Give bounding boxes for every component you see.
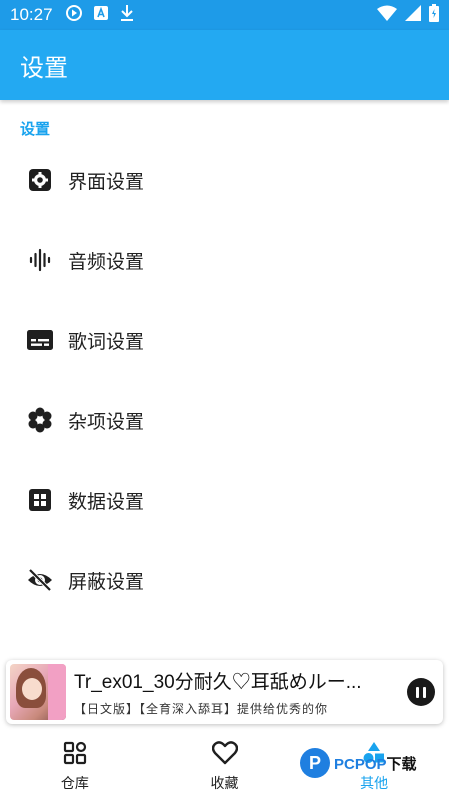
settings-item-audio[interactable]: 音频设置: [0, 220, 449, 300]
wifi-icon: [377, 5, 397, 25]
settings-item-label: 歌词设置: [68, 330, 145, 353]
signal-icon: [405, 5, 421, 25]
download-icon: [119, 4, 135, 26]
settings-item-label: 杂项设置: [68, 410, 145, 433]
status-time: 10:27: [10, 5, 53, 24]
watermark-logo: P: [300, 748, 330, 778]
grid-apps-icon: [63, 741, 87, 769]
nav-label: 仓库: [60, 776, 89, 792]
nav-item-library[interactable]: 仓库: [0, 734, 150, 800]
page-title: 设置: [20, 53, 68, 82]
grid-icon: [26, 486, 54, 514]
settings-item-interface[interactable]: 界面设置: [0, 140, 449, 220]
track-title: Tr_ex01_30分耐久♡耳舐めルー...: [74, 672, 362, 693]
nav-label: 收藏: [210, 776, 239, 792]
settings-item-label: 界面设置: [68, 170, 145, 193]
app-bar: 设置: [0, 30, 449, 100]
pause-button[interactable]: [407, 678, 435, 706]
album-cover[interactable]: [10, 664, 66, 720]
settings-item-label: 数据设置: [68, 490, 145, 513]
text-box-icon: [93, 5, 109, 25]
eye-off-icon: [26, 566, 54, 594]
status-icons-left: [65, 4, 135, 26]
flower-icon: [26, 406, 54, 434]
gear-icon: [26, 166, 54, 194]
settings-item-label: 音频设置: [68, 250, 145, 273]
heart-icon: [211, 741, 238, 769]
status-bar: 10:27: [0, 0, 449, 30]
track-info[interactable]: Tr_ex01_30分耐久♡耳舐めルー... 【日文版】【全育深入舔耳】提供给优…: [74, 667, 399, 717]
settings-item-data[interactable]: 数据设置: [0, 460, 449, 540]
settings-list: 界面设置 音频设置 歌词设置 杂项设置 数据设置 屏蔽设置: [0, 140, 449, 620]
pause-icon: [416, 686, 419, 698]
battery-icon: [429, 4, 439, 26]
nav-item-favorites[interactable]: 收藏: [150, 734, 300, 800]
settings-item-label: 屏蔽设置: [68, 570, 145, 593]
watermark: P PCPOP下载: [300, 748, 417, 778]
watermark-text: PCPOP下载: [334, 755, 417, 773]
status-icons-right: [377, 4, 439, 26]
mini-player[interactable]: Tr_ex01_30分耐久♡耳舐めルー... 【日文版】【全育深入舔耳】提供给优…: [6, 660, 443, 724]
settings-item-block[interactable]: 屏蔽设置: [0, 540, 449, 620]
waveform-icon: [26, 246, 54, 274]
track-subtitle: 【日文版】【全育深入舔耳】提供给优秀的你: [74, 702, 329, 716]
subtitles-icon: [26, 326, 54, 354]
section-header: 设置: [20, 120, 51, 138]
play-circle-icon: [65, 4, 83, 26]
settings-item-lyrics[interactable]: 歌词设置: [0, 300, 449, 380]
settings-item-misc[interactable]: 杂项设置: [0, 380, 449, 460]
